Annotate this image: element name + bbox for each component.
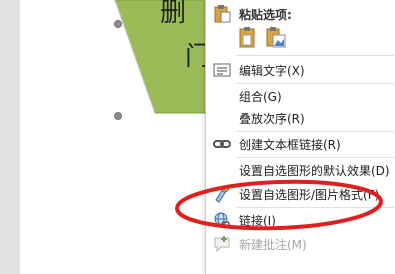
- menu-separator: [236, 55, 394, 56]
- menu-item-label: 组合(G): [239, 90, 282, 104]
- menu-item-hyperlink[interactable]: 链接(I): [206, 208, 395, 232]
- menu-item-label: 创建文本框链接(R): [239, 138, 341, 152]
- resize-handle-left-bottom[interactable]: [114, 112, 122, 120]
- menu-item-order[interactable]: 叠放次序(R): [206, 106, 395, 130]
- menu-item-set-default-effect[interactable]: 设置自选图形的默认效果(D): [206, 158, 395, 182]
- paste-icon: [212, 4, 232, 24]
- hyperlink-globe-icon: [212, 210, 232, 230]
- menu-item-label: 链接(I): [239, 214, 276, 228]
- resize-handle-left-top[interactable]: [114, 20, 122, 28]
- menu-item-new-comment: 新建批注(M): [206, 232, 395, 256]
- menu-item-label: 新建批注(M): [239, 238, 307, 252]
- menu-item-group[interactable]: 组合(G): [206, 84, 395, 108]
- menu-item-edit-text[interactable]: 编辑文字(X): [206, 58, 395, 82]
- menu-item-label: 编辑文字(X): [239, 64, 305, 78]
- menu-item-label: 设置自选图形/图片格式(F): [239, 188, 380, 202]
- document-left-margin: [0, 0, 20, 274]
- paste-options-header: 粘贴选项:: [239, 8, 292, 22]
- link-chain-icon: [212, 134, 232, 154]
- paste-option-picture[interactable]: [264, 26, 288, 50]
- edit-text-icon: [212, 60, 232, 80]
- shape-text-top: 删: [160, 0, 187, 28]
- menu-item-label: 设置自选图形的默认效果(D): [239, 164, 390, 178]
- format-shape-icon: [212, 184, 232, 204]
- clipboard-picture-icon: [266, 27, 286, 48]
- menu-item-label: 叠放次序(R): [239, 112, 305, 126]
- paste-option-keep-format[interactable]: [236, 26, 260, 50]
- clipboard-icon: [239, 27, 255, 48]
- context-menu: 粘贴选项: 编辑文字(X) 组合(G) 叠放次序(R) 创建文本框链接(R) 设…: [205, 0, 395, 274]
- menu-item-format-shape[interactable]: 设置自选图形/图片格式(F): [206, 182, 395, 206]
- menu-item-create-textbox-link[interactable]: 创建文本框链接(R): [206, 132, 395, 156]
- new-comment-icon: [212, 234, 232, 254]
